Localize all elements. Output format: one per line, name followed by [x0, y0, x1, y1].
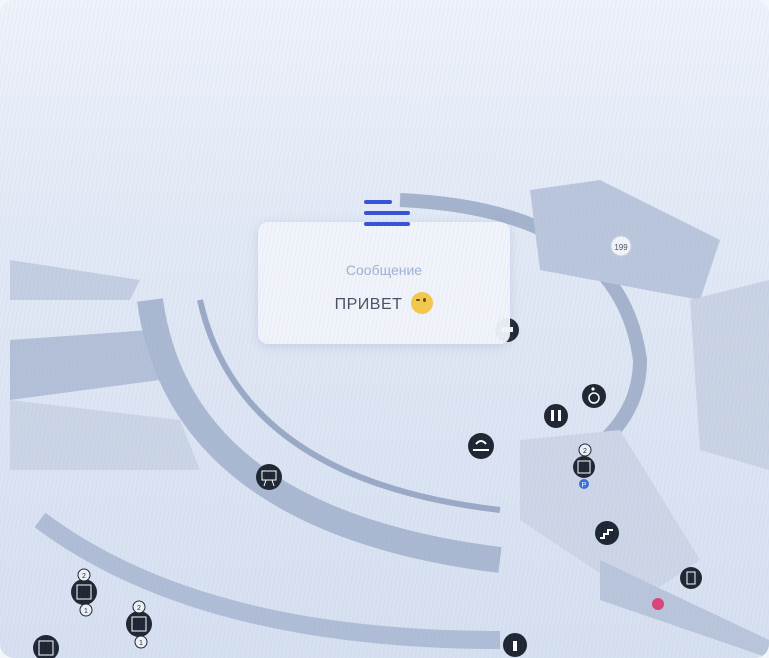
stairs-icon[interactable] — [595, 521, 619, 545]
elevator-icon[interactable] — [33, 635, 59, 658]
elevator-icon[interactable] — [71, 579, 97, 605]
message-text-row: ПРИВЕТ — [258, 292, 510, 314]
room-number-text: 199 — [614, 243, 628, 252]
lounge-icon[interactable] — [468, 433, 494, 459]
svg-text:P: P — [582, 482, 587, 489]
elevator-icon[interactable] — [126, 611, 152, 637]
menu-bar — [364, 211, 410, 215]
presentation-icon[interactable] — [256, 464, 282, 490]
kiosk-screen: 199 2 P 2 1 2 1 Сообщение ПРИВЕТ — [0, 0, 769, 658]
menu-bar — [364, 200, 392, 204]
svg-text:2: 2 — [82, 573, 86, 580]
menu-bar — [364, 222, 410, 226]
location-pin[interactable] — [652, 598, 664, 610]
svg-text:2: 2 — [583, 448, 587, 455]
message-text: ПРИВЕТ — [334, 296, 403, 313]
wink-emoji-icon — [411, 292, 434, 314]
svg-text:1: 1 — [139, 640, 143, 647]
wheelchair-icon[interactable] — [582, 384, 606, 408]
door-icon[interactable] — [680, 567, 702, 589]
left-wing-wall — [10, 260, 140, 300]
svg-text:2: 2 — [137, 605, 141, 612]
elevator-icon[interactable] — [573, 456, 595, 478]
left-wing-block — [10, 330, 160, 400]
info-icon[interactable] — [503, 633, 527, 657]
restroom-icon[interactable] — [544, 404, 568, 428]
right-side-area — [690, 280, 769, 470]
svg-text:1: 1 — [84, 608, 88, 615]
left-floor — [10, 400, 200, 470]
menu-icon[interactable] — [364, 200, 412, 242]
message-title: Сообщение — [345, 262, 423, 278]
